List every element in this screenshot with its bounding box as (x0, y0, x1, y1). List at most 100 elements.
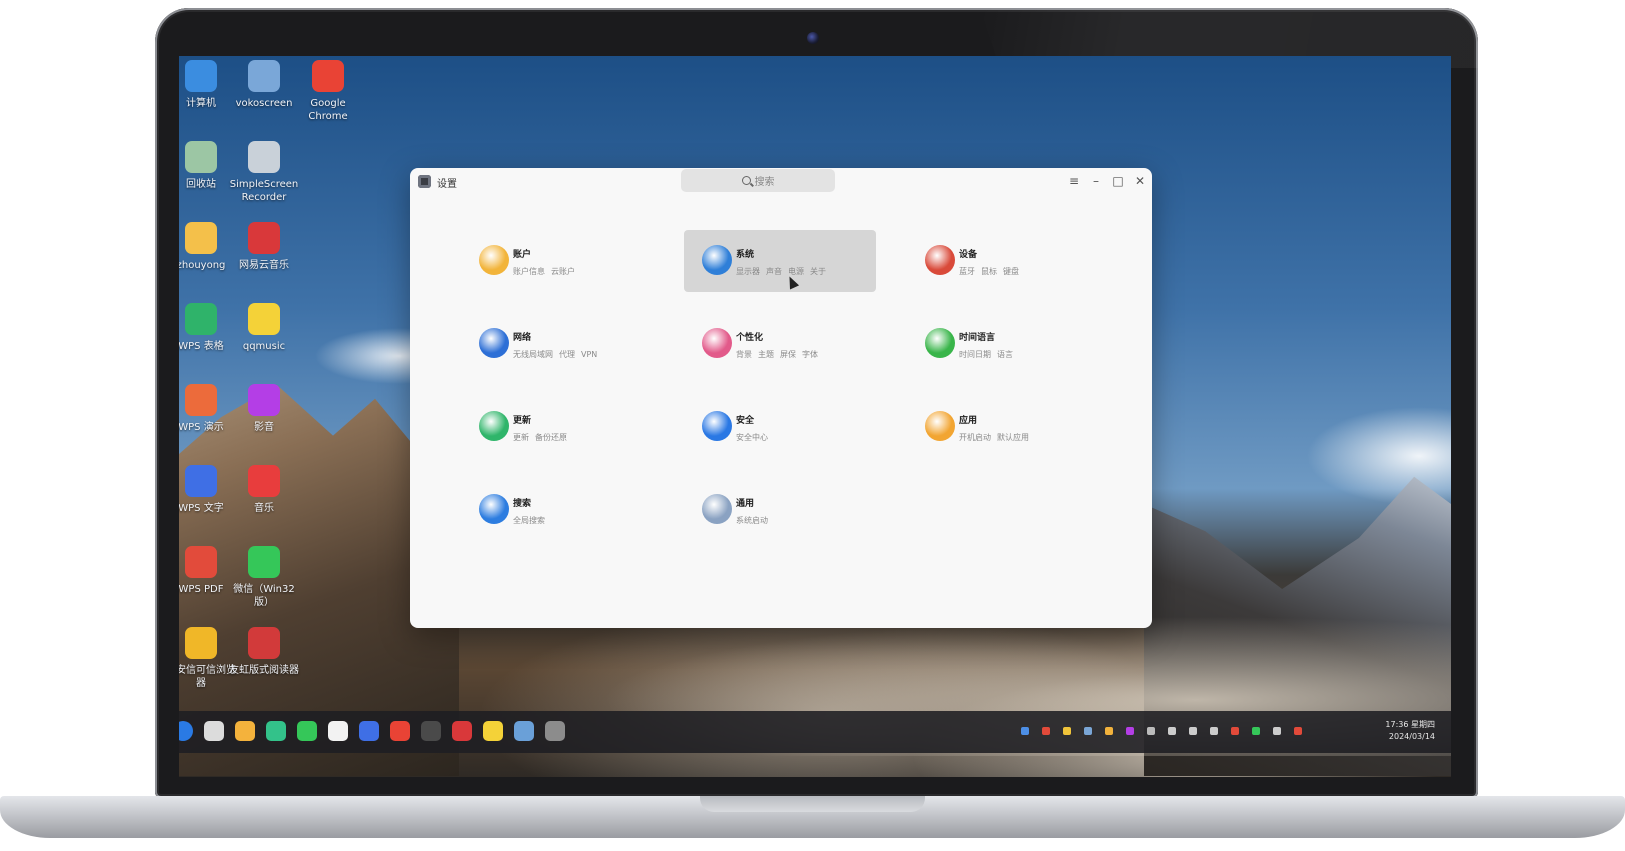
wechat-icon[interactable] (297, 721, 317, 741)
tile-subitem[interactable]: 背景 (736, 350, 752, 359)
computer-icon (185, 60, 217, 92)
tile-subitem[interactable]: 开机启动 (959, 433, 991, 442)
settings-tile[interactable]: 网络 无线局域网 代理 VPN (461, 313, 653, 375)
screenshot-icon[interactable] (1189, 727, 1197, 735)
wechat-tray-icon[interactable] (1252, 727, 1260, 735)
settings-tile[interactable]: 更新 更新 备份还原 (461, 396, 653, 458)
wps-writer-icon[interactable] (359, 721, 379, 741)
terminal-icon[interactable] (421, 721, 441, 741)
settings-tile[interactable]: 账户 账户信息 云账户 (461, 230, 653, 292)
netease-music-icon[interactable] (452, 721, 472, 741)
tile-subitem[interactable]: 关于 (810, 267, 826, 276)
image-viewer-icon[interactable] (514, 721, 534, 741)
settings-tile[interactable]: 应用开机启动 默认应用 (907, 396, 1099, 458)
tray-app-icon-7[interactable] (1231, 727, 1239, 735)
tile-subitem[interactable]: 字体 (802, 350, 818, 359)
apps-icon (925, 411, 955, 441)
settings-tile[interactable]: 时间语言 时间日期 语言 (907, 313, 1099, 375)
start-menu-icon[interactable] (179, 721, 193, 741)
desktop-screen: 计算机 vokoscreen Google Chrome 回收站 SimpleScree… (179, 56, 1451, 777)
chrome-icon (312, 60, 344, 92)
clock[interactable]: 17:36 星期四 2024/03/14 (1385, 719, 1435, 743)
desktop-icon[interactable]: 网易云音乐 (228, 222, 300, 272)
tile-subitem[interactable]: 鼠标 (981, 267, 997, 276)
network-icon[interactable] (1273, 727, 1281, 735)
tile-subitem[interactable]: 账户信息 (513, 267, 545, 276)
tile-subitem[interactable]: 电源 (788, 267, 804, 276)
minimize-button[interactable]: – (1087, 172, 1105, 190)
user-icon (479, 245, 509, 275)
settings-tile[interactable]: 设备蓝牙 鼠标 键盘 (907, 230, 1099, 292)
tile-subitems: 时间日期 语言 (959, 349, 1019, 360)
desktop-icon[interactable]: SimpleScreen Recorder (228, 141, 300, 204)
netease-music-icon (248, 222, 280, 254)
tile-subitem[interactable]: 云账户 (551, 267, 575, 276)
mail-icon[interactable] (266, 721, 286, 741)
multitask-icon[interactable] (204, 721, 224, 741)
desktop-icon[interactable]: 影音 (228, 384, 300, 434)
tray-app-icon-5[interactable] (1105, 727, 1113, 735)
tile-subitem[interactable]: 显示器 (736, 267, 760, 276)
settings-app-icon (418, 175, 431, 188)
tile-name: 应用 (959, 416, 978, 426)
tile-subitems: 账户信息 云账户 (513, 266, 581, 277)
desktop-icon-label: SimpleScreen Recorder (229, 179, 299, 203)
desktop-icon[interactable]: 友虹版式阅读器 (228, 627, 300, 677)
desktop-icon[interactable]: qqmusic (228, 303, 300, 353)
search-input[interactable]: 搜索 (681, 169, 835, 192)
tile-subitem[interactable]: 全局搜索 (513, 516, 545, 525)
tile-subitems: 开机启动 默认应用 (959, 432, 1035, 443)
window-titlebar: 设置 搜索 ≡ – □ ✕ (410, 168, 1152, 194)
tray-app-icon-2[interactable] (1042, 727, 1050, 735)
tile-subitem[interactable]: 键盘 (1003, 267, 1019, 276)
desktop-icon-label: vokoscreen (235, 98, 293, 109)
file-manager-icon[interactable] (235, 721, 255, 741)
menu-button[interactable]: ≡ (1065, 172, 1083, 190)
tile-subitem[interactable]: 更新 (513, 433, 529, 442)
search-icon (479, 494, 509, 524)
settings-icon[interactable] (545, 721, 565, 741)
desktop-icon[interactable]: Google Chrome (292, 60, 364, 123)
settings-tile[interactable]: 搜索 全局搜索 (461, 479, 653, 541)
notification-icon[interactable] (1294, 727, 1302, 735)
tile-subitem[interactable]: 主题 (758, 350, 774, 359)
tile-subitem[interactable]: 备份还原 (535, 433, 567, 442)
wps-writer-icon (185, 465, 217, 497)
tile-subitem[interactable]: 语言 (997, 350, 1013, 359)
desktop-icon-label: 音乐 (254, 503, 274, 514)
tray-app-icon-4[interactable] (1084, 727, 1092, 735)
wps-pdf-icon (185, 546, 217, 578)
tray-app-icon-3[interactable] (1063, 727, 1071, 735)
tile-subitem[interactable]: 系统启动 (736, 516, 768, 525)
qqmusic-icon[interactable] (483, 721, 503, 741)
desktop-icon[interactable]: vokoscreen (228, 60, 300, 110)
settings-tile[interactable]: 安全 安全中心 (684, 396, 876, 458)
tile-name: 设备 (959, 250, 978, 260)
tile-subitem[interactable]: 蓝牙 (959, 267, 975, 276)
chrome-icon[interactable] (390, 721, 410, 741)
update-icon (479, 411, 509, 441)
tile-subitem[interactable]: 声音 (766, 267, 782, 276)
tile-subitem[interactable]: 时间日期 (959, 350, 991, 359)
tray-app-icon-6[interactable] (1126, 727, 1134, 735)
search-icon[interactable] (1168, 727, 1176, 735)
tile-subitem[interactable]: 代理 (559, 350, 575, 359)
close-button[interactable]: ✕ (1131, 172, 1149, 190)
tile-subitems: 更新 备份还原 (513, 432, 573, 443)
volume-icon[interactable] (1210, 727, 1218, 735)
chevron-right-icon[interactable] (1147, 727, 1155, 735)
maximize-button[interactable]: □ (1109, 172, 1127, 190)
tile-subitem[interactable]: 默认应用 (997, 433, 1029, 442)
settings-tile[interactable]: 系统 显示器 声音 电源 关于 (684, 230, 876, 292)
document-icon[interactable] (328, 721, 348, 741)
tile-subitem[interactable]: 安全中心 (736, 433, 768, 442)
desktop-icon[interactable]: 微信（Win32版） (228, 546, 300, 609)
tile-subitem[interactable]: VPN (581, 350, 597, 359)
settings-tile[interactable]: 个性化 背景 主题 屏保 字体 (684, 313, 876, 375)
tray-app-icon-1[interactable] (1021, 727, 1029, 735)
settings-tile[interactable]: 通用 系统启动 (684, 479, 876, 541)
desktop-icon[interactable]: 音乐 (228, 465, 300, 515)
tile-subitem[interactable]: 屏保 (780, 350, 796, 359)
wps-sheet-icon (185, 303, 217, 335)
tile-subitem[interactable]: 无线局域网 (513, 350, 553, 359)
